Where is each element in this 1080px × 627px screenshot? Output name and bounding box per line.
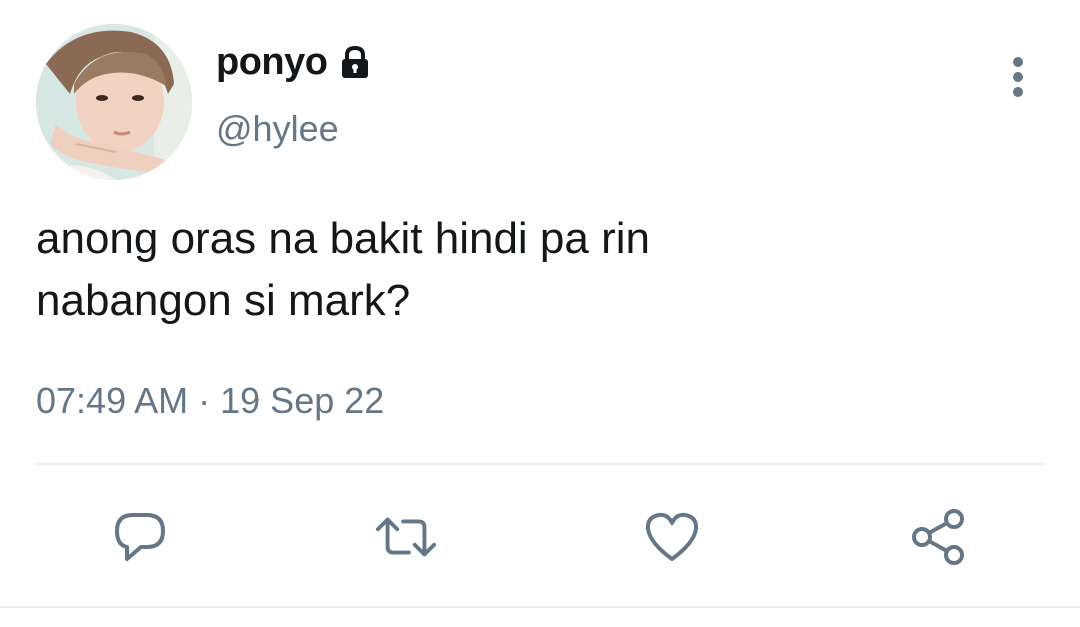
share-button[interactable]	[906, 505, 970, 569]
tweet-text-line: anong oras na bakit hindi pa rin	[36, 214, 650, 263]
name-row: ponyo	[216, 40, 373, 84]
like-button[interactable]	[640, 505, 704, 569]
more-options-button[interactable]	[996, 50, 1040, 102]
tweet-timestamp[interactable]: 07:49 AM · 19 Sep 22	[36, 380, 384, 422]
user-handle[interactable]: @hylee	[216, 108, 339, 150]
tweet-text-line: nabangon si mark?	[36, 276, 411, 325]
tweet-text: anong oras na bakit hindi pa rin nabango…	[36, 208, 996, 332]
retweet-icon	[375, 517, 437, 557]
tweet-time: 07:49 AM	[36, 380, 189, 421]
avatar-photo	[36, 24, 192, 180]
share-icon	[912, 509, 964, 565]
heart-icon	[645, 512, 699, 561]
reply-button[interactable]	[108, 505, 172, 569]
speech-bubble-icon	[115, 513, 165, 561]
meta-separator: ·	[198, 380, 211, 421]
bottom-divider	[0, 606, 1080, 608]
lock-icon	[337, 44, 373, 80]
tweet-date: 19 Sep 22	[220, 380, 385, 421]
retweet-button[interactable]	[374, 505, 438, 569]
divider	[36, 463, 1044, 465]
avatar[interactable]	[36, 24, 192, 180]
vertical-ellipsis-icon	[1013, 57, 1023, 97]
display-name[interactable]: ponyo	[216, 41, 328, 84]
